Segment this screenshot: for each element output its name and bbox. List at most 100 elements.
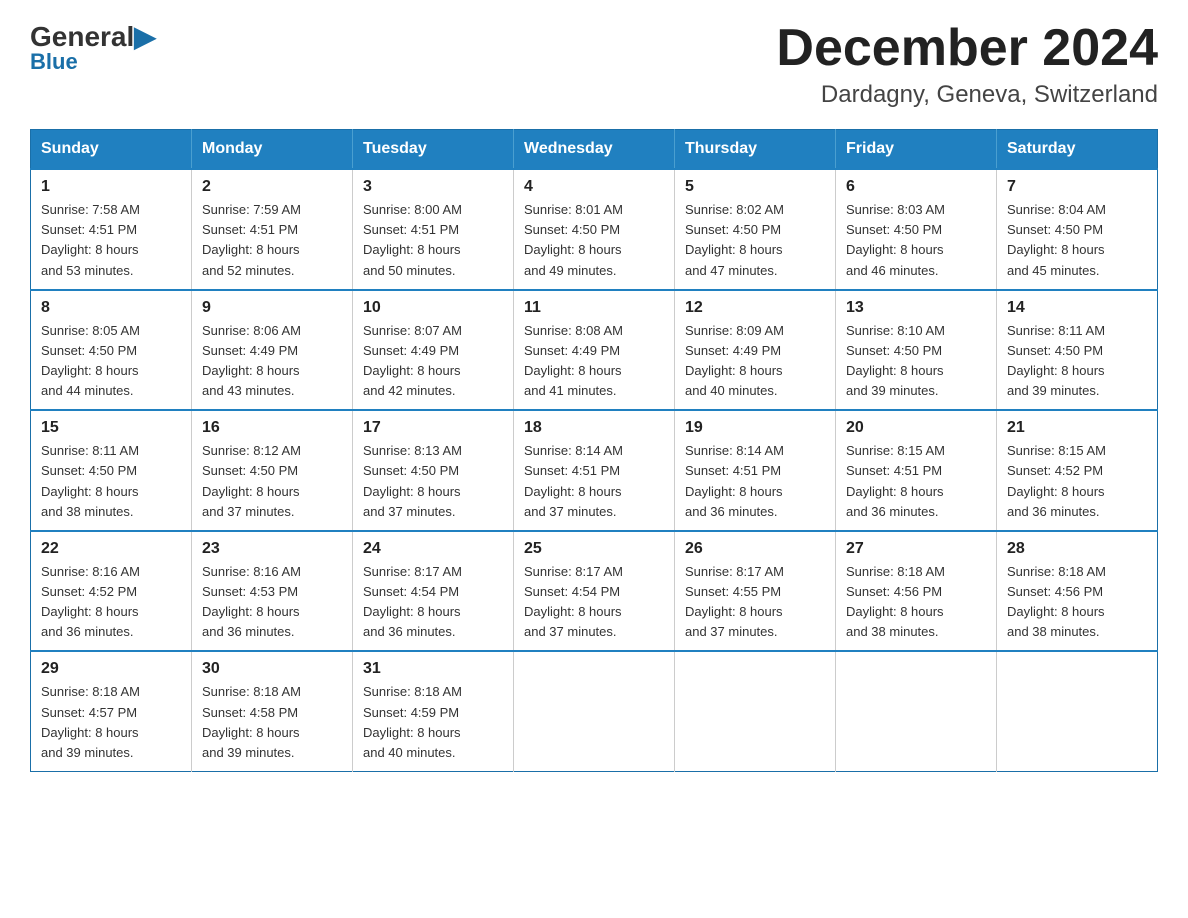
calendar-cell: 6 Sunrise: 8:03 AMSunset: 4:50 PMDaylight… <box>836 169 997 290</box>
day-info: Sunrise: 8:00 AMSunset: 4:51 PMDaylight:… <box>363 200 503 281</box>
day-info: Sunrise: 8:15 AMSunset: 4:52 PMDaylight:… <box>1007 441 1147 522</box>
day-number: 17 <box>363 419 503 437</box>
day-info: Sunrise: 8:18 AMSunset: 4:56 PMDaylight:… <box>1007 562 1147 643</box>
day-number: 1 <box>41 178 181 196</box>
day-info: Sunrise: 8:04 AMSunset: 4:50 PMDaylight:… <box>1007 200 1147 281</box>
day-info: Sunrise: 8:09 AMSunset: 4:49 PMDaylight:… <box>685 321 825 402</box>
day-info: Sunrise: 8:18 AMSunset: 4:56 PMDaylight:… <box>846 562 986 643</box>
day-info: Sunrise: 8:02 AMSunset: 4:50 PMDaylight:… <box>685 200 825 281</box>
day-number: 26 <box>685 540 825 558</box>
calendar-cell: 11 Sunrise: 8:08 AMSunset: 4:49 PMDayligh… <box>514 290 675 411</box>
calendar-cell <box>836 651 997 771</box>
calendar-cell <box>997 651 1158 771</box>
day-info: Sunrise: 8:18 AMSunset: 4:59 PMDaylight:… <box>363 682 503 763</box>
calendar-cell: 19 Sunrise: 8:14 AMSunset: 4:51 PMDayligh… <box>675 410 836 531</box>
day-info: Sunrise: 8:14 AMSunset: 4:51 PMDaylight:… <box>524 441 664 522</box>
calendar-cell: 4Sunrise: 8:01 AMSunset: 4:50 PMDaylight… <box>514 169 675 290</box>
day-number: 2 <box>202 178 342 196</box>
calendar-cell: 12 Sunrise: 8:09 AMSunset: 4:49 PMDayligh… <box>675 290 836 411</box>
calendar-cell: 18 Sunrise: 8:14 AMSunset: 4:51 PMDayligh… <box>514 410 675 531</box>
day-number: 22 <box>41 540 181 558</box>
header-thursday: Thursday <box>675 130 836 170</box>
day-number: 9 <box>202 299 342 317</box>
day-info: Sunrise: 8:05 AMSunset: 4:50 PMDaylight:… <box>41 321 181 402</box>
day-info: Sunrise: 8:17 AMSunset: 4:54 PMDaylight:… <box>524 562 664 643</box>
day-number: 21 <box>1007 419 1147 437</box>
calendar-cell: 24 Sunrise: 8:17 AMSunset: 4:54 PMDayligh… <box>353 531 514 652</box>
calendar-cell: 9 Sunrise: 8:06 AMSunset: 4:49 PMDaylight… <box>192 290 353 411</box>
day-number: 13 <box>846 299 986 317</box>
day-info: Sunrise: 7:59 AMSunset: 4:51 PMDaylight:… <box>202 200 342 281</box>
day-number: 4 <box>524 178 664 196</box>
day-info: Sunrise: 8:06 AMSunset: 4:49 PMDaylight:… <box>202 321 342 402</box>
day-number: 7 <box>1007 178 1147 196</box>
day-info: Sunrise: 8:18 AMSunset: 4:57 PMDaylight:… <box>41 682 181 763</box>
calendar-cell: 16 Sunrise: 8:12 AMSunset: 4:50 PMDayligh… <box>192 410 353 531</box>
day-number: 20 <box>846 419 986 437</box>
day-number: 25 <box>524 540 664 558</box>
calendar-cell: 31Sunrise: 8:18 AMSunset: 4:59 PMDayligh… <box>353 651 514 771</box>
calendar-cell: 25 Sunrise: 8:17 AMSunset: 4:54 PMDayligh… <box>514 531 675 652</box>
calendar-cell: 3 Sunrise: 8:00 AMSunset: 4:51 PMDaylight… <box>353 169 514 290</box>
day-number: 19 <box>685 419 825 437</box>
day-info: Sunrise: 8:15 AMSunset: 4:51 PMDaylight:… <box>846 441 986 522</box>
header-sunday: Sunday <box>31 130 192 170</box>
calendar-cell: 23 Sunrise: 8:16 AMSunset: 4:53 PMDayligh… <box>192 531 353 652</box>
day-number: 28 <box>1007 540 1147 558</box>
day-number: 18 <box>524 419 664 437</box>
logo-general-text: General <box>30 21 134 53</box>
logo-blue-triangle-text: ▶ <box>134 20 156 53</box>
title-section: December 2024 Dardagny, Geneva, Switzerl… <box>776 20 1158 109</box>
day-info: Sunrise: 8:18 AMSunset: 4:58 PMDaylight:… <box>202 682 342 763</box>
day-info: Sunrise: 8:13 AMSunset: 4:50 PMDaylight:… <box>363 441 503 522</box>
day-number: 15 <box>41 419 181 437</box>
calendar-cell: 15 Sunrise: 8:11 AMSunset: 4:50 PMDayligh… <box>31 410 192 531</box>
calendar-week-row-1: 1 Sunrise: 7:58 AMSunset: 4:51 PMDaylight… <box>31 169 1158 290</box>
day-number: 12 <box>685 299 825 317</box>
location-subtitle: Dardagny, Geneva, Switzerland <box>776 81 1158 109</box>
day-number: 27 <box>846 540 986 558</box>
day-number: 3 <box>363 178 503 196</box>
day-number: 6 <box>846 178 986 196</box>
day-number: 23 <box>202 540 342 558</box>
calendar-cell: 27 Sunrise: 8:18 AMSunset: 4:56 PMDayligh… <box>836 531 997 652</box>
day-number: 24 <box>363 540 503 558</box>
calendar-cell: 7 Sunrise: 8:04 AMSunset: 4:50 PMDaylight… <box>997 169 1158 290</box>
calendar-week-row-4: 22 Sunrise: 8:16 AMSunset: 4:52 PMDayligh… <box>31 531 1158 652</box>
calendar-cell: 28 Sunrise: 8:18 AMSunset: 4:56 PMDayligh… <box>997 531 1158 652</box>
calendar-week-row-2: 8Sunrise: 8:05 AMSunset: 4:50 PMDaylight… <box>31 290 1158 411</box>
day-info: Sunrise: 8:12 AMSunset: 4:50 PMDaylight:… <box>202 441 342 522</box>
day-info: Sunrise: 8:11 AMSunset: 4:50 PMDaylight:… <box>41 441 181 522</box>
calendar-cell: 29Sunrise: 8:18 AMSunset: 4:57 PMDayligh… <box>31 651 192 771</box>
calendar-cell: 17 Sunrise: 8:13 AMSunset: 4:50 PMDayligh… <box>353 410 514 531</box>
day-number: 11 <box>524 299 664 317</box>
day-info: Sunrise: 8:14 AMSunset: 4:51 PMDaylight:… <box>685 441 825 522</box>
day-number: 30 <box>202 660 342 678</box>
header-monday: Monday <box>192 130 353 170</box>
calendar-cell <box>514 651 675 771</box>
header-friday: Friday <box>836 130 997 170</box>
logo-blue-label: Blue <box>30 49 78 75</box>
calendar-cell: 20 Sunrise: 8:15 AMSunset: 4:51 PMDayligh… <box>836 410 997 531</box>
header-wednesday: Wednesday <box>514 130 675 170</box>
calendar-week-row-5: 29Sunrise: 8:18 AMSunset: 4:57 PMDayligh… <box>31 651 1158 771</box>
day-number: 16 <box>202 419 342 437</box>
day-number: 10 <box>363 299 503 317</box>
calendar-week-row-3: 15 Sunrise: 8:11 AMSunset: 4:50 PMDayligh… <box>31 410 1158 531</box>
day-info: Sunrise: 8:17 AMSunset: 4:55 PMDaylight:… <box>685 562 825 643</box>
day-info: Sunrise: 8:16 AMSunset: 4:52 PMDaylight:… <box>41 562 181 643</box>
calendar-cell: 2 Sunrise: 7:59 AMSunset: 4:51 PMDaylight… <box>192 169 353 290</box>
header-tuesday: Tuesday <box>353 130 514 170</box>
day-info: Sunrise: 8:17 AMSunset: 4:54 PMDaylight:… <box>363 562 503 643</box>
day-info: Sunrise: 8:16 AMSunset: 4:53 PMDaylight:… <box>202 562 342 643</box>
calendar-header-row: SundayMondayTuesdayWednesdayThursdayFrid… <box>31 130 1158 170</box>
day-info: Sunrise: 8:08 AMSunset: 4:49 PMDaylight:… <box>524 321 664 402</box>
day-number: 5 <box>685 178 825 196</box>
calendar-cell: 13 Sunrise: 8:10 AMSunset: 4:50 PMDayligh… <box>836 290 997 411</box>
calendar-cell: 8Sunrise: 8:05 AMSunset: 4:50 PMDaylight… <box>31 290 192 411</box>
day-info: Sunrise: 7:58 AMSunset: 4:51 PMDaylight:… <box>41 200 181 281</box>
calendar-cell: 5 Sunrise: 8:02 AMSunset: 4:50 PMDaylight… <box>675 169 836 290</box>
day-info: Sunrise: 8:03 AMSunset: 4:50 PMDaylight:… <box>846 200 986 281</box>
day-info: Sunrise: 8:10 AMSunset: 4:50 PMDaylight:… <box>846 321 986 402</box>
logo: General ▶ Blue <box>30 20 156 75</box>
